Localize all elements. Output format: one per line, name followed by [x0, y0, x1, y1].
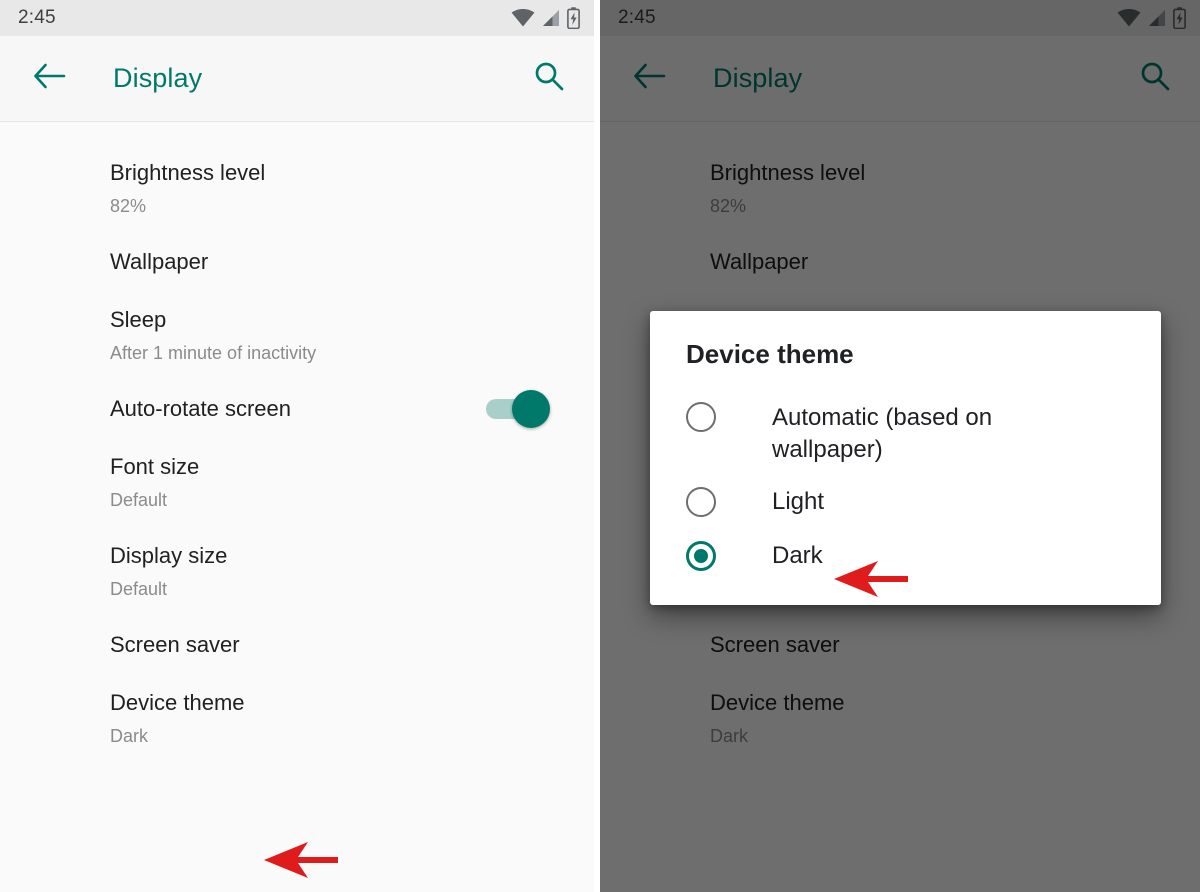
setting-row-auto-rotate-screen[interactable]: Auto-rotate screen — [0, 380, 594, 438]
setting-title: Wallpaper — [110, 249, 209, 274]
setting-row-wallpaper[interactable]: Wallpaper — [0, 233, 594, 291]
setting-row-sleep[interactable]: Sleep After 1 minute of inactivity — [0, 291, 594, 380]
setting-row-screen-saver[interactable]: Screen saver — [0, 616, 594, 674]
radio-option-label: Light — [772, 488, 825, 515]
phone-screen-left: 2:45 Display Brightness level 82% Wallpa… — [0, 0, 594, 892]
status-bar-icons — [511, 7, 580, 29]
setting-title: Display size — [110, 543, 228, 568]
screenshot-root: 2:45 Display Brightness level 82% Wallpa… — [0, 0, 1200, 892]
radio-option-label: Dark — [772, 542, 823, 569]
toggle-thumb — [512, 390, 550, 428]
setting-title: Auto-rotate screen — [110, 396, 291, 421]
radio-button-unchecked-icon — [686, 487, 716, 517]
setting-row-device-theme[interactable]: Device theme Dark — [0, 674, 594, 763]
search-icon — [533, 60, 565, 97]
setting-row-font-size[interactable]: Font size Default — [0, 438, 594, 527]
back-button[interactable] — [26, 56, 72, 102]
setting-subtitle: Dark — [110, 726, 149, 746]
radio-option-light[interactable]: Light — [650, 475, 1161, 529]
device-theme-dialog: Device theme Automatic (based on wallpap… — [650, 311, 1161, 605]
radio-button-unchecked-icon — [686, 402, 716, 432]
radio-option-dark[interactable]: Dark — [650, 529, 1161, 583]
setting-subtitle: 82% — [110, 196, 147, 216]
setting-title: Sleep — [110, 307, 167, 332]
setting-title: Screen saver — [110, 632, 240, 657]
phone-screen-right: 2:45 — [600, 0, 1200, 892]
annotation-arrow-left — [262, 840, 340, 885]
auto-rotate-toggle[interactable] — [486, 390, 550, 428]
radio-button-checked-icon — [686, 541, 716, 571]
radio-option-label: Automatic (based on wallpaper) — [772, 404, 993, 463]
setting-subtitle: Default — [110, 579, 168, 599]
cellular-signal-icon — [542, 9, 560, 27]
back-arrow-icon — [32, 62, 66, 95]
status-bar-clock: 2:45 — [18, 7, 56, 28]
search-button[interactable] — [526, 56, 572, 102]
setting-title: Device theme — [110, 690, 245, 715]
settings-list-left: Brightness level 82% Wallpaper Sleep Aft… — [0, 122, 594, 763]
setting-title: Font size — [110, 454, 200, 479]
wifi-icon — [511, 9, 535, 27]
battery-charging-icon — [567, 7, 580, 29]
setting-title: Brightness level — [110, 160, 266, 185]
setting-row-brightness-level[interactable]: Brightness level 82% — [0, 144, 594, 233]
page-title: Display — [113, 63, 203, 93]
setting-subtitle: Default — [110, 490, 168, 510]
dialog-title: Device theme — [686, 339, 854, 369]
setting-subtitle: After 1 minute of inactivity — [110, 343, 317, 363]
setting-row-display-size[interactable]: Display size Default — [0, 527, 594, 616]
action-bar-left: Display — [0, 36, 594, 122]
status-bar-left: 2:45 — [0, 0, 594, 36]
radio-option-automatic[interactable]: Automatic (based on wallpaper) — [650, 388, 1161, 475]
